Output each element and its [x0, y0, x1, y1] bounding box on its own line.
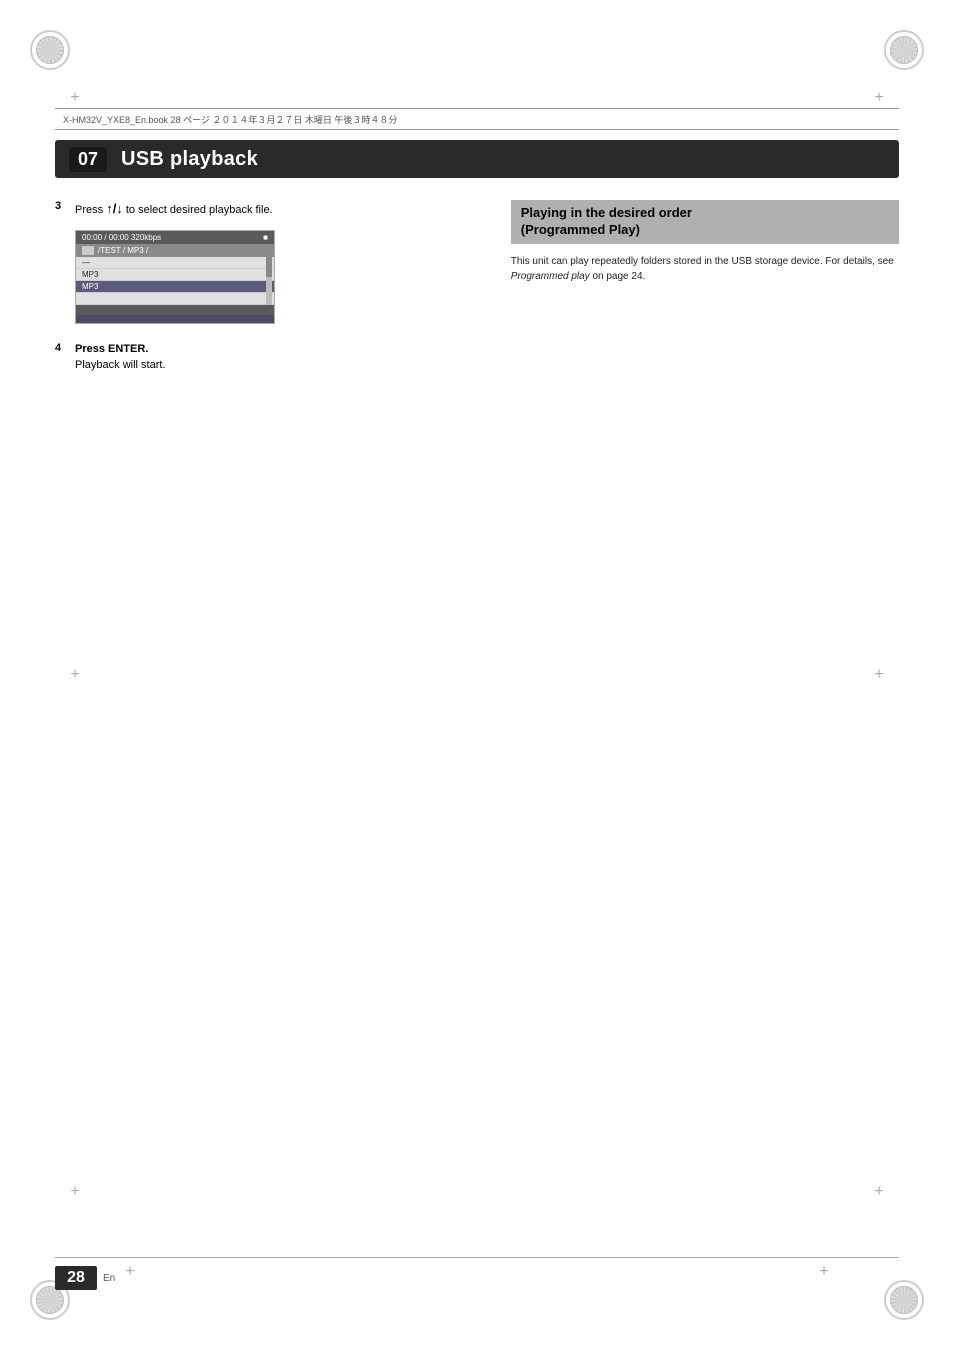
folder-path: /TEST / MP3 / [98, 246, 148, 255]
page-lang: En [103, 1273, 115, 1284]
scrollbar-thumb [266, 257, 272, 277]
step-4-number: 4 [55, 342, 75, 354]
file-item-4 [76, 293, 274, 305]
section-body-text1: This unit can play repeatedly folders st… [511, 256, 894, 267]
file-name-4 [82, 294, 84, 303]
screen-bottom-bar [76, 305, 274, 315]
step-4-text: Press ENTER. [75, 342, 165, 357]
folder-icon [82, 246, 94, 255]
footer: 28 En [55, 1257, 899, 1290]
screen-progress-bar [76, 315, 274, 323]
section-body-text2: on page 24. [590, 271, 646, 282]
chapter-title: USB playback [121, 148, 258, 171]
ornament-top-left [30, 30, 70, 70]
file-item-1: — [76, 257, 274, 269]
section-heading-line2: (Programmed Play) [521, 222, 640, 237]
section-heading-line1: Playing in the desired order [521, 205, 692, 220]
screen-file-list: — MP3 MP3 [76, 257, 274, 305]
step-4-container: 4 Press ENTER. Playback will start. [55, 342, 460, 373]
step-4-bold: Press ENTER. [75, 343, 148, 355]
main-content: 3 Press ↑/↓ to select desired playback f… [55, 200, 899, 1190]
file-name-3: MP3 [82, 282, 98, 291]
section-heading: Playing in the desired order (Programmed… [521, 205, 889, 239]
right-column: Playing in the desired order (Programmed… [511, 200, 899, 284]
screen-stop-icon: ■ [263, 233, 268, 242]
ornament-top-right [884, 30, 924, 70]
step-3-text: Press ↑/↓ to select desired playback fil… [75, 200, 273, 218]
screen-file-area: — MP3 MP3 [76, 257, 274, 305]
step-4-subtext: Playback will start. [75, 358, 165, 373]
header-file-info: X-HM32V_YXE8_En.book 28 ページ ２０１４年３月２７日 木… [63, 113, 397, 126]
crosshair-tl [65, 88, 85, 108]
screen-scrollbar [266, 257, 272, 305]
file-item-3: MP3 [76, 281, 274, 293]
chapter-number: 07 [69, 147, 107, 172]
screen-time: 00:00 / 00:00 320kbps [82, 233, 161, 242]
step-3-key: ↑/↓ [106, 201, 123, 216]
page-number: 28 [55, 1266, 97, 1290]
crosshair-tr [869, 88, 889, 108]
header-bar: X-HM32V_YXE8_En.book 28 ページ ２０１４年３月２７日 木… [55, 108, 899, 130]
chapter-header: 07 USB playback [55, 140, 899, 178]
screen-top-bar: 00:00 / 00:00 320kbps ■ [76, 231, 274, 244]
left-column: 3 Press ↑/↓ to select desired playback f… [55, 200, 460, 385]
file-icon-1: — [82, 258, 90, 267]
section-body: This unit can play repeatedly folders st… [511, 254, 899, 284]
section-heading-bar: Playing in the desired order (Programmed… [511, 200, 899, 244]
screen-folder-bar: /TEST / MP3 / [76, 244, 274, 257]
step-3: 3 Press ↑/↓ to select desired playback f… [55, 200, 460, 218]
section-body-italic: Programmed play [511, 271, 590, 282]
step-3-number: 3 [55, 200, 75, 212]
step-4: 4 Press ENTER. Playback will start. [55, 342, 460, 373]
file-item-2: MP3 [76, 269, 274, 281]
file-name-2: MP3 [82, 270, 98, 279]
screen-mockup: 00:00 / 00:00 320kbps ■ /TEST / MP3 / — … [75, 230, 275, 324]
